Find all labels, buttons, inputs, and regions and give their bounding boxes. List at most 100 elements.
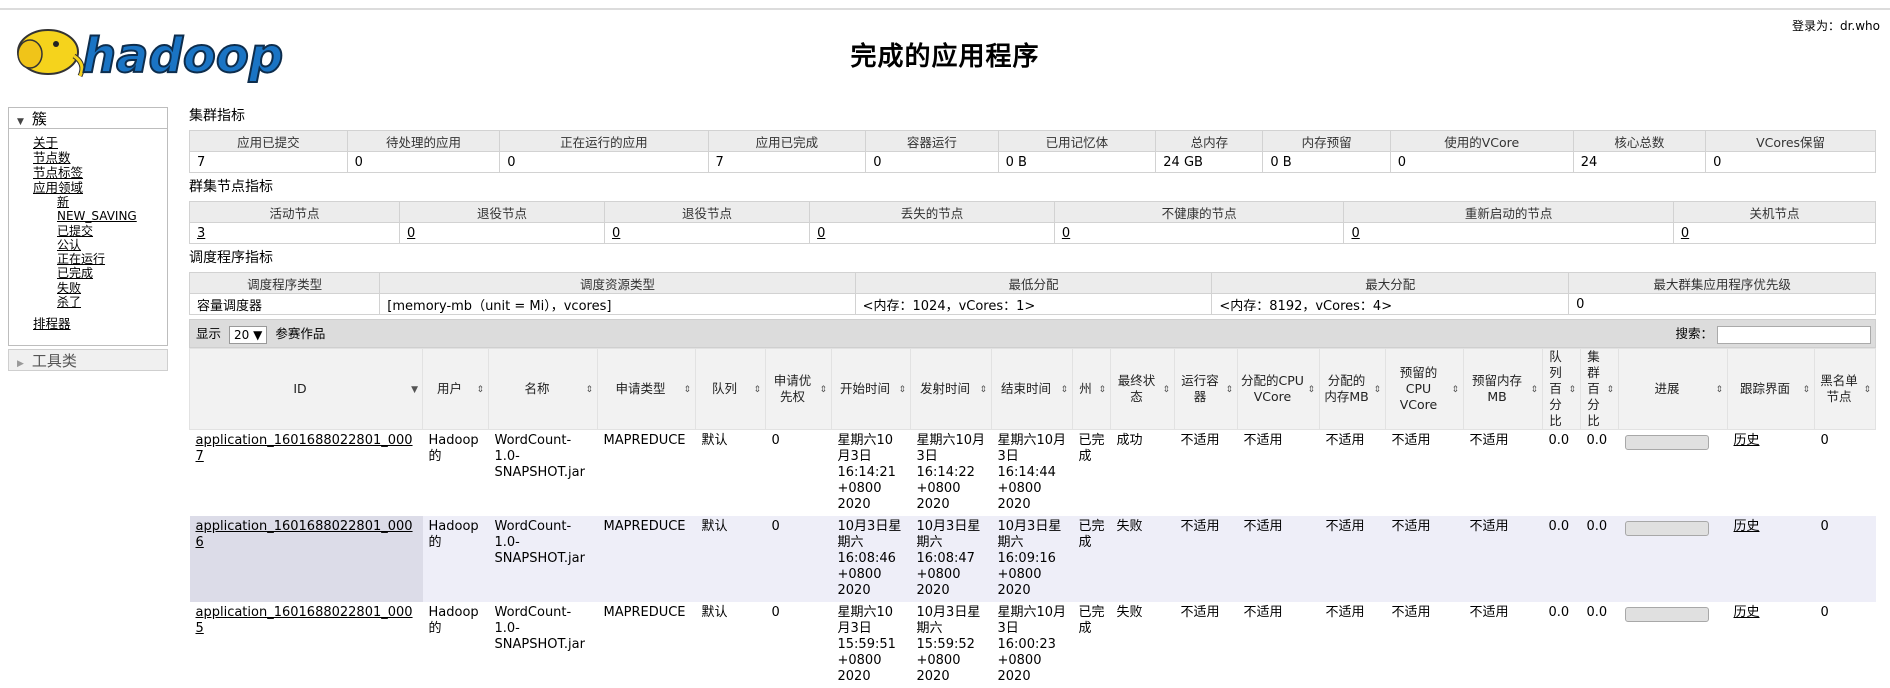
apps-column-header[interactable]: 分配的CPU VCore ⇕ [1237,348,1320,430]
cell-progress [1618,516,1728,602]
search-label: 搜索： [1675,326,1714,341]
application-id-link[interactable]: application_1601688022801_0007 [196,433,413,464]
cluster-metrics-value: 7 [189,151,348,173]
cluster-metrics-header: 核心总数 [1572,130,1707,152]
cell-id: application_1601688022801_0007 [189,429,423,516]
page-size-select[interactable]: 20 ▼ [229,325,268,344]
cell-final: 失败 [1110,516,1175,602]
sidebar-link-node-labels[interactable]: 节点标签 [33,165,167,180]
sidebar: ▼ 簇 关于 节点数 节点标签 应用领域 新 NEW_SAVING 已提交 公认 … [8,107,168,371]
apps-column-header[interactable]: ID ▼ [189,348,423,430]
cluster-accordion-header[interactable]: ▼ 簇 [8,107,168,129]
cell-queue: 默认 [695,429,766,516]
sidebar-link-scheduler[interactable]: 排程器 [33,316,167,331]
apps-column-header[interactable]: 名称 ⇕ [488,348,598,430]
cluster-metrics-value: 0 [499,151,709,173]
sidebar-link-new[interactable]: 新 [33,195,167,209]
sidebar-link-new-saving[interactable]: NEW_SAVING [33,209,167,223]
cluster-metrics-header: 总内存 [1155,130,1264,152]
progress-bar [1624,607,1709,622]
sort-icon: ⇕ [1098,385,1106,395]
cell-user: Hadoop的 [422,429,489,516]
sidebar-link-finished[interactable]: 已完成 [33,266,167,280]
apps-column-header[interactable]: 开始时间 ⇕ [831,348,911,430]
cell-cpct: 0.0 [1580,516,1619,602]
sort-icon: ⇕ [1802,385,1810,395]
apps-column-header[interactable]: 申请类型 ⇕ [597,348,696,430]
apps-column-header[interactable]: 预留的CPU VCore ⇕ [1385,348,1464,430]
cell-user: Hadoop的 [422,516,489,602]
page-title: 完成的应用程序 [850,42,1040,72]
cluster-metrics-value: 0 B [1262,151,1391,173]
cell-launch: 10月3日星期六15:59:52 +0800 2020 [910,602,992,688]
apps-column-header[interactable]: 队列 ⇕ [695,348,766,430]
sort-icon: ⇕ [819,385,827,395]
scheduler-metrics-table: 调度程序类型 调度资源类型 最低分配 最大分配 最大群集应用程序优先级 容量调度器 [mem… [188,272,1876,315]
cluster-metrics-header: 使用的VCore [1389,130,1574,152]
cluster-metrics-header: 内存预留 [1262,130,1391,152]
node-metrics-link[interactable]: 0 [817,226,825,241]
apps-column-header[interactable]: 队列百分比 ⇕ [1542,348,1581,430]
apps-column-header[interactable]: 运行容器 ⇕ [1174,348,1238,430]
sidebar-link-killed[interactable]: 杀了 [33,295,167,309]
node-metrics-link[interactable]: 0 [407,226,415,241]
apps-column-header[interactable]: 申请优先权 ⇕ [765,348,832,430]
history-link[interactable]: 历史 [1734,519,1760,534]
apps-column-header[interactable]: 结束时间 ⇕ [991,348,1073,430]
apps-column-header[interactable]: 用户 ⇕ [422,348,489,430]
apps-column-header[interactable]: 黑名单节点 ⇕ [1814,348,1876,430]
node-metrics-link[interactable]: 0 [612,226,620,241]
sidebar-link-failed[interactable]: 失败 [33,281,167,295]
apps-column-header[interactable]: 最终状态 ⇕ [1110,348,1175,430]
cell-queue: 默认 [695,602,766,688]
node-metrics-link[interactable]: 0 [1351,226,1359,241]
sidebar-link-applications[interactable]: 应用领域 [33,180,167,195]
node-metrics-header: 活动节点 [189,201,400,223]
cell-priority: 0 [765,602,832,688]
tools-accordion-header[interactable]: ▶ 工具类 [8,349,168,371]
cell-launch: 星期六10月3日16:14:22 +0800 2020 [910,429,992,516]
cell-qpct: 0.0 [1542,429,1581,516]
sidebar-link-running[interactable]: 正在运行 [33,252,167,266]
cell-cpct: 0.0 [1580,602,1619,688]
sidebar-link-nodes[interactable]: 节点数 [33,150,167,165]
apps-column-header[interactable]: 预留内存MB ⇕ [1463,348,1543,430]
cluster-metrics-title: 集群指标 [189,108,245,124]
cell-cpu: 不适用 [1237,429,1320,516]
application-id-link[interactable]: application_1601688022801_0006 [196,519,413,550]
cluster-metrics-value: 0 [1389,151,1574,173]
apps-column-header[interactable]: 分配的内存MB ⇕ [1319,348,1386,430]
cell-progress [1618,602,1728,688]
cluster-metrics-header: 已用记忆体 [997,130,1157,152]
cell-launch: 10月3日星期六16:08:47 +0800 2020 [910,516,992,602]
sort-icon: ⇕ [585,385,593,395]
search-area: 搜索： [1675,320,1871,347]
application-id-link[interactable]: application_1601688022801_0005 [196,605,413,636]
sort-icon: ⇕ [898,385,906,395]
node-metrics-link[interactable]: 3 [197,226,205,241]
apps-column-header[interactable]: 发射时间 ⇕ [910,348,992,430]
node-metrics-link[interactable]: 0 [1681,226,1689,241]
history-link[interactable]: 历史 [1734,433,1760,448]
sidebar-link-accepted[interactable]: 公认 [33,238,167,252]
cell-priority: 0 [765,429,832,516]
scheduler-metrics-value: [memory-mb（unit = Mi），vcores] [379,293,856,315]
history-link[interactable]: 历史 [1734,605,1760,620]
apps-column-header[interactable]: 集群百分比 ⇕ [1580,348,1619,430]
sort-icon: ⇕ [683,385,691,395]
cell-progress [1618,429,1728,516]
cell-containers: 不适用 [1174,429,1238,516]
progress-bar [1624,435,1709,450]
cell-final: 成功 [1110,429,1175,516]
cell-id: application_1601688022801_0006 [189,516,423,602]
node-metrics-header: 不健康的节点 [1053,201,1345,223]
node-metrics-value: 0 [809,222,1055,244]
sidebar-link-about[interactable]: 关于 [33,135,167,150]
apps-column-header[interactable]: 跟踪界面 ⇕ [1727,348,1815,430]
apps-column-header[interactable]: 州 ⇕ [1072,348,1111,430]
search-input[interactable] [1717,325,1871,344]
apps-column-header[interactable]: 进展 ⇕ [1618,348,1728,430]
node-metrics-link[interactable]: 0 [1062,226,1070,241]
sidebar-link-submitted[interactable]: 已提交 [33,224,167,238]
table-row: application_1601688022801_0007 Hadoop的 Wor… [189,429,1876,516]
